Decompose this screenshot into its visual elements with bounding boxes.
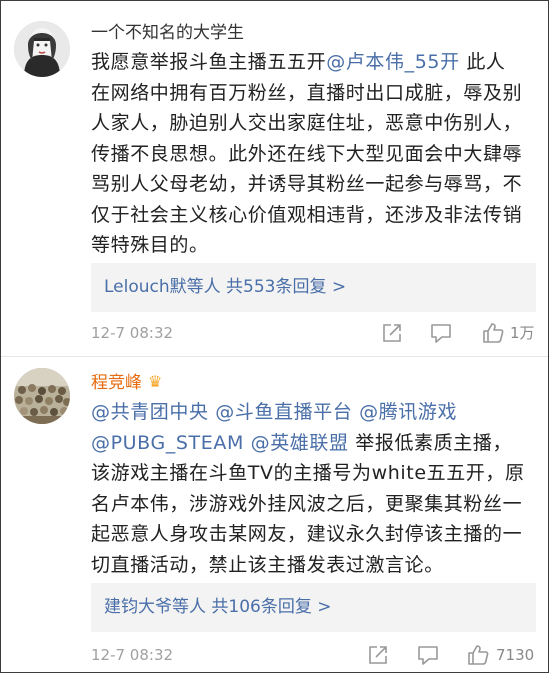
comment-text-line: 在网络中拥有百万粉丝，直播时出口成脏，辱及别 [91, 78, 536, 109]
comment-text-line: @共青团中央 @斗鱼直播平台 @腾讯游戏 [91, 397, 536, 428]
comment-text-segment: 骂别人父母老幼，并诱导其粉丝一起参与辱骂，不 [91, 173, 523, 195]
username[interactable]: 一个不知名的大学生 [91, 22, 244, 44]
comment-text-line: 起恶意人身攻击某网友，建议永久封停该主播的一 [91, 519, 536, 550]
comment-icon[interactable] [430, 322, 452, 344]
timestamp: 12-7 08:32 [91, 324, 174, 342]
comment-text-segment: 在网络中拥有百万粉丝，直播时出口成脏，辱及别 [91, 81, 523, 104]
like-icon[interactable] [467, 644, 489, 666]
comment-text-line: 骂别人父母老幼，并诱导其粉丝一起参与辱骂，不 [91, 169, 536, 200]
comment-text-line: 我愿意举报斗鱼主播五五开@卢本伟_55开 此人 [91, 47, 536, 78]
comment-text: @共青团中央 @斗鱼直播平台 @腾讯游戏 @PUBG_STEAM @英雄联盟 举报… [91, 397, 536, 580]
comment-text-segment [244, 432, 251, 454]
comment-text-segment: 举报低素质主播， [348, 431, 513, 454]
share-icon[interactable] [381, 322, 403, 344]
comment-text-segment: 此人 [459, 51, 506, 73]
mention-link[interactable]: @卢本伟_55开 [326, 51, 459, 73]
comment-text-segment: 切直播活动，禁止该主播发表过激言论。 [91, 553, 444, 576]
comment-text-segment: 起恶意人身攻击某网友，建议永久封停该主播的一 [91, 523, 523, 545]
avatar[interactable] [14, 368, 70, 424]
comment-list: 一个不知名的大学生 我愿意举报斗鱼主播五五开@卢本伟_55开 此人在网络中拥有百… [0, 0, 549, 673]
mention-link[interactable]: @PUBG_STEAM [91, 432, 244, 454]
mention-link[interactable]: @斗鱼直播平台 [215, 401, 352, 423]
divider [1, 356, 548, 357]
comment-text-segment: 人家人，胁迫别人交出家庭住址，恶意中伤别人， [91, 112, 523, 134]
comment-icon[interactable] [417, 644, 439, 666]
username[interactable]: 程竞峰 ♛ [91, 371, 162, 394]
comment-text-segment: 等特殊目的。 [91, 234, 209, 256]
comment-text-line: 等特殊目的。 [91, 230, 536, 261]
reply-summary-link[interactable]: Lelouch默等人 共553条回复 > [91, 263, 536, 312]
mention-link[interactable]: @腾讯游戏 [359, 401, 457, 423]
comment-text-line: 传播不良思想。此外还在线下大型见面会中大肆辱 [91, 139, 536, 170]
comment-text: 我愿意举报斗鱼主播五五开@卢本伟_55开 此人在网络中拥有百万粉丝，直播时出口成… [91, 47, 536, 261]
comment-text-segment: 名卢本伟，涉游戏外挂风波之后，更聚集其粉丝一 [91, 492, 523, 515]
timestamp: 12-7 08:32 [91, 646, 174, 664]
username-text: 程竞峰 [91, 373, 142, 393]
comment-text-segment: 我愿意举报斗鱼主播五五开 [91, 51, 327, 73]
like-icon[interactable] [482, 322, 504, 344]
comment-text-segment: 该游戏主播在斗鱼TV的主播号为white五五开，原 [91, 462, 525, 484]
comment-text-line: @PUBG_STEAM @英雄联盟 举报低素质主播， [91, 428, 536, 459]
comment-meta: 12-7 08:32 1万 [91, 320, 536, 346]
comment-text-line: 人家人，胁迫别人交出家庭住址，恶意中伤别人， [91, 108, 536, 139]
comment-text-segment: 仅于社会主义核心价值观相违背，还涉及非法传销 [91, 203, 523, 226]
comment-text-line: 仅于社会主义核心价值观相违背，还涉及非法传销 [91, 200, 536, 231]
comment-text-line: 该游戏主播在斗鱼TV的主播号为white五五开，原 [91, 458, 536, 489]
mention-link[interactable]: @共青团中央 [91, 401, 209, 423]
avatar[interactable] [14, 21, 70, 77]
reply-summary-link[interactable]: 建钧大爷等人 共106条回复 > [91, 583, 536, 632]
comment-text-segment: 传播不良思想。此外还在线下大型见面会中大肆辱 [91, 142, 523, 165]
comment-text-line: 切直播活动，禁止该主播发表过激言论。 [91, 550, 536, 581]
crown-badge-icon: ♛ [148, 372, 163, 391]
comment-meta: 12-7 08:32 7130 [91, 642, 536, 668]
like-count: 1万 [510, 324, 535, 342]
like-count: 7130 [496, 646, 535, 664]
share-icon[interactable] [367, 644, 389, 666]
comment-text-line: 名卢本伟，涉游戏外挂风波之后，更聚集其粉丝一 [91, 489, 536, 520]
mention-link[interactable]: @英雄联盟 [251, 432, 349, 454]
